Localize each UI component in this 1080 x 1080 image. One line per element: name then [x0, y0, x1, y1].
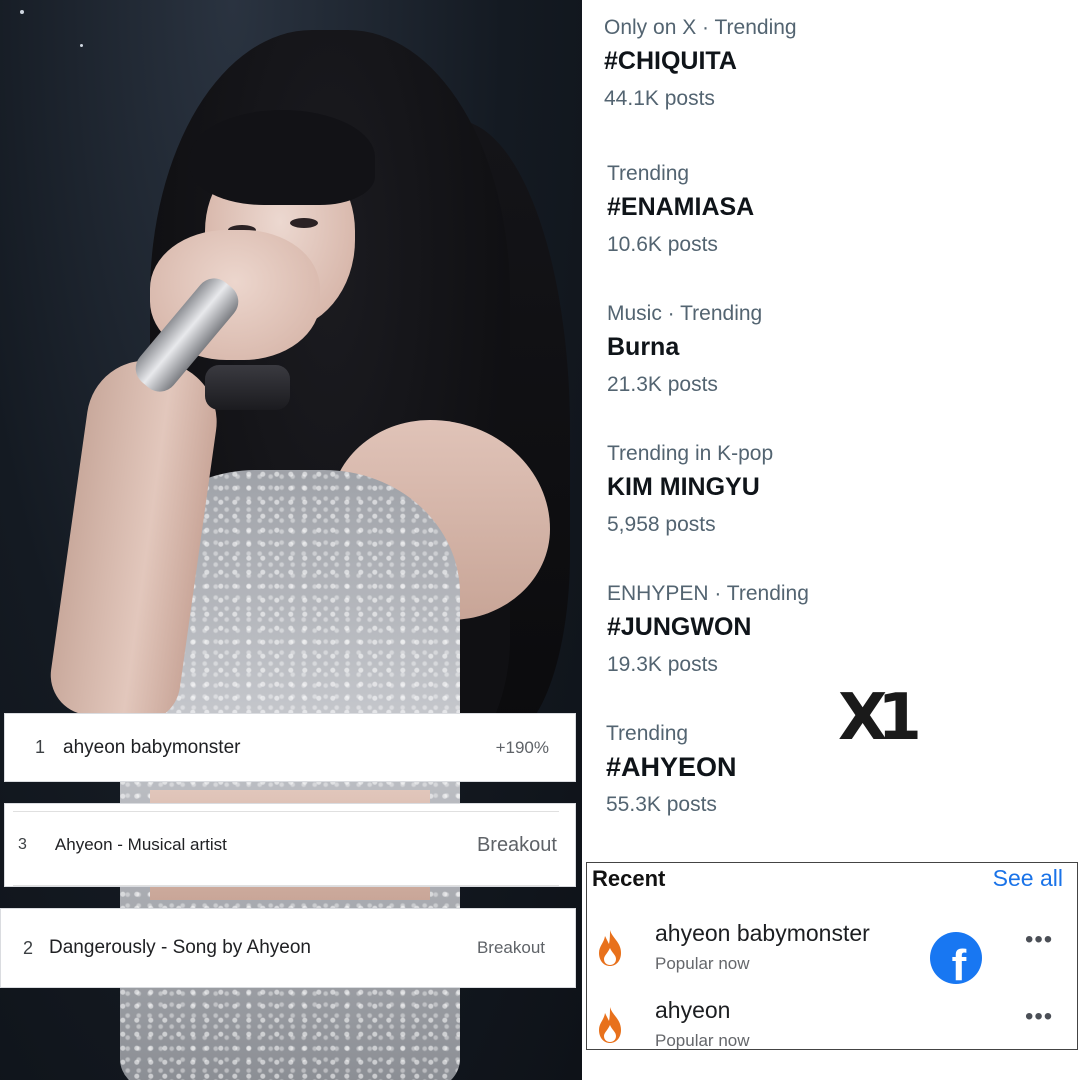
recent-searches-panel: Recent See all ahyeon babymonster Popula…	[586, 862, 1078, 1050]
trend-post-count: 19.3K posts	[607, 653, 718, 676]
recent-item-name: ahyeon	[655, 997, 731, 1023]
trend-post-count: 55.3K posts	[606, 793, 717, 816]
recent-item[interactable]: ahyeon Popular now •••	[587, 995, 1077, 1065]
x-trend-item[interactable]: Only on X · Trending #CHIQUITA 44.1K pos…	[604, 15, 797, 112]
trend-title: #AHYEON	[606, 752, 737, 782]
x-trend-item[interactable]: Music · Trending Burna 21.3K posts	[607, 301, 762, 398]
trend-meta: Only on X · Trending	[604, 16, 797, 39]
more-options-icon[interactable]: •••	[1025, 1003, 1053, 1031]
more-options-icon[interactable]: •••	[1025, 926, 1053, 954]
trend-title: #CHIQUITA	[604, 47, 737, 75]
trend-post-count: 10.6K posts	[607, 233, 718, 256]
fire-icon	[599, 1007, 621, 1043]
fire-icon	[599, 930, 621, 966]
rank-number: 2	[23, 937, 34, 958]
trend-card-3[interactable]: 2 Dangerously - Song by Ahyeon Breakout	[0, 908, 576, 988]
trend-post-count: 5,958 posts	[607, 513, 716, 536]
trend-change: Breakout	[476, 938, 545, 957]
x-trend-item[interactable]: Trending #ENAMIASA 10.6K posts	[607, 161, 754, 258]
trend-meta: Music · Trending	[607, 302, 763, 325]
recent-item-status: Popular now	[655, 1031, 750, 1050]
trend-title: #JUNGWON	[607, 613, 752, 641]
trend-title: Burna	[607, 333, 680, 361]
trend-title: KIM MINGYU	[607, 473, 760, 501]
trend-meta: Trending	[607, 162, 690, 185]
trend-change: Breakout	[476, 833, 557, 856]
search-term: Ahyeon - Musical artist	[54, 835, 227, 854]
trend-card-1[interactable]: 1 ahyeon babymonster +190%	[4, 713, 576, 782]
x1-logo-watermark: X1	[838, 681, 922, 755]
recent-item[interactable]: ahyeon babymonster Popular now •••	[587, 918, 1077, 988]
trend-post-count: 21.3K posts	[607, 373, 718, 396]
trend-meta: ENHYPEN · Trending	[607, 582, 809, 605]
trend-meta: Trending	[606, 722, 689, 745]
facebook-logo-icon: f	[930, 932, 982, 984]
trend-post-count: 44.1K posts	[604, 87, 715, 110]
trend-card-2[interactable]: 3 Ahyeon - Musical artist Breakout	[4, 803, 576, 887]
rank-number: 3	[18, 836, 27, 853]
search-term: Dangerously - Song by Ahyeon	[49, 937, 311, 958]
recent-item-name: ahyeon babymonster	[655, 920, 870, 946]
x-trend-item[interactable]: Trending #AHYEON 55.3K posts	[606, 721, 737, 818]
trend-change: +190%	[495, 737, 549, 757]
search-term: ahyeon babymonster	[63, 736, 241, 758]
recent-item-status: Popular now	[655, 954, 750, 973]
trend-title: #ENAMIASA	[607, 193, 755, 221]
see-all-link[interactable]: See all	[993, 865, 1063, 892]
x-trend-item[interactable]: ENHYPEN · Trending #JUNGWON 19.3K posts	[607, 581, 809, 678]
rank-number: 1	[35, 737, 46, 757]
recent-header: Recent	[592, 866, 666, 891]
trend-meta: Trending in K-pop	[607, 442, 774, 465]
x-trend-item[interactable]: Trending in K-pop KIM MINGYU 5,958 posts	[607, 441, 773, 538]
facebook-glyph: f	[951, 941, 967, 985]
